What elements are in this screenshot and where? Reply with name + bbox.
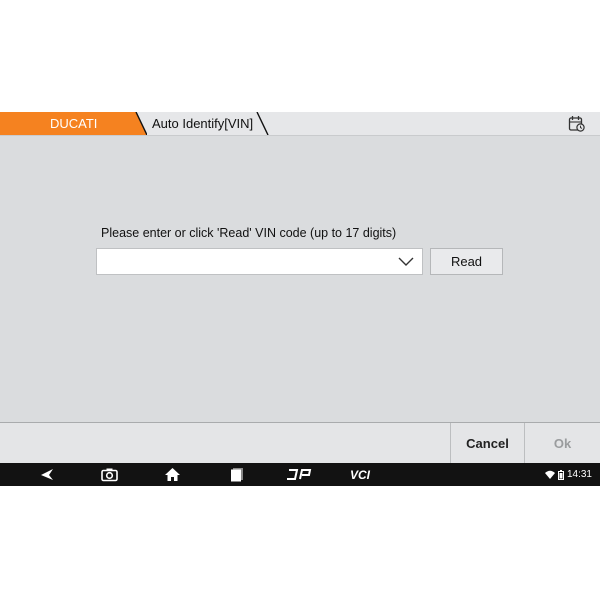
- wifi-icon: [544, 470, 555, 479]
- back-icon[interactable]: [38, 467, 56, 482]
- android-nav-bar: VCI 14:31: [0, 463, 600, 486]
- breadcrumb-brand[interactable]: DUCATI: [0, 112, 136, 135]
- home-icon[interactable]: [164, 467, 181, 482]
- battery-icon: [557, 469, 564, 480]
- recents-icon[interactable]: [229, 467, 245, 482]
- vin-input[interactable]: [97, 249, 399, 274]
- status-time: 14:31: [566, 469, 592, 480]
- dp-icon[interactable]: [287, 467, 314, 482]
- svg-text:VCI: VCI: [350, 468, 371, 482]
- vin-combobox[interactable]: [96, 248, 423, 275]
- vin-prompt-label: Please enter or click 'Read' VIN code (u…: [101, 226, 397, 240]
- camera-icon[interactable]: [101, 467, 118, 482]
- vci-icon[interactable]: VCI: [350, 467, 380, 482]
- footer-toolbar: Cancel Ok: [0, 422, 600, 464]
- diagnostic-app: DUCATI Auto Identify[VIN] Please enter o…: [0, 112, 600, 486]
- breadcrumb-separator-icon: [131, 112, 147, 135]
- breadcrumb-end-icon: [256, 112, 269, 135]
- status-area: 14:31: [544, 463, 592, 486]
- read-button[interactable]: Read: [430, 248, 503, 275]
- breadcrumb: DUCATI Auto Identify[VIN]: [0, 112, 600, 136]
- calendar-clock-icon[interactable]: [568, 115, 585, 132]
- cancel-button[interactable]: Cancel: [450, 423, 524, 464]
- chevron-down-icon[interactable]: [398, 256, 414, 268]
- breadcrumb-current: Auto Identify[VIN]: [152, 116, 254, 131]
- ok-button[interactable]: Ok: [524, 423, 600, 464]
